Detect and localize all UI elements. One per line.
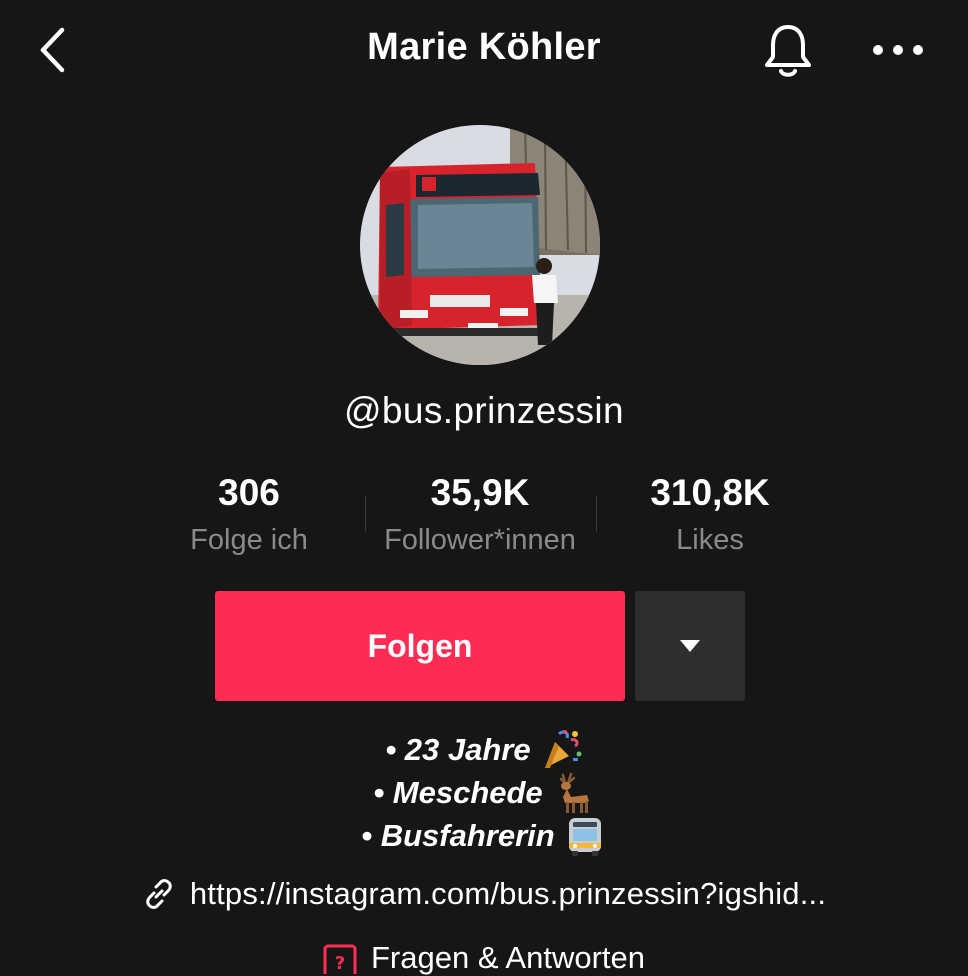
profile-bio: • 23 Jahre • Meschede • Busfahrerin <box>0 728 968 857</box>
followers-count: 35,9K <box>430 472 530 513</box>
following-label: Folge ich <box>190 524 308 556</box>
bio-line: • Busfahrerin <box>0 814 968 857</box>
username-handle: @bus.prinzessin <box>343 390 625 431</box>
profile-stats: 306 Folge ich 35,9K Follower*innen 310,8… <box>134 470 834 562</box>
bio-line: • 23 Jahre <box>0 728 968 771</box>
caret-down-icon <box>680 640 700 652</box>
bell-icon <box>765 25 811 77</box>
stat-followers[interactable]: 35,9K Follower*innen <box>365 470 595 564</box>
bio-line: • Meschede <box>0 771 968 814</box>
profile-link-text[interactable]: https://instagram.com/bus.prinzessin?igs… <box>190 876 826 912</box>
page-title: Marie Köhler <box>367 26 601 68</box>
likes-label: Likes <box>676 524 744 556</box>
bus-icon <box>568 817 601 856</box>
qa-link[interactable]: ? Fragen & Antworten <box>0 940 968 976</box>
party-popper-icon <box>544 729 582 768</box>
more-horizontal-icon <box>873 45 923 55</box>
notification-bell-button[interactable] <box>758 20 818 80</box>
likes-count: 310,8K <box>650 472 770 513</box>
top-bar: Marie Köhler <box>0 0 968 100</box>
link-icon <box>146 879 172 909</box>
bio-text-age: • 23 Jahre <box>385 732 531 767</box>
profile-link[interactable]: https://instagram.com/bus.prinzessin?igs… <box>0 876 968 912</box>
question-box-icon: ? <box>323 944 357 974</box>
suggested-accounts-dropdown-button[interactable] <box>635 591 745 701</box>
qa-label[interactable]: Fragen & Antworten <box>371 940 645 976</box>
followers-label: Follower*innen <box>384 524 576 556</box>
follow-button[interactable]: Folgen <box>215 591 625 701</box>
bio-text-town: • Meschede <box>373 775 543 810</box>
following-count: 306 <box>218 472 280 513</box>
stat-following[interactable]: 306 Folge ich <box>134 470 364 564</box>
svg-text:?: ? <box>335 953 345 974</box>
avatar[interactable] <box>360 125 600 365</box>
stat-likes[interactable]: 310,8K Likes <box>595 470 825 564</box>
deer-icon <box>559 772 589 813</box>
bio-text-job: • Busfahrerin <box>361 818 555 853</box>
more-options-button[interactable] <box>866 26 930 74</box>
avatar-photo <box>360 125 600 365</box>
